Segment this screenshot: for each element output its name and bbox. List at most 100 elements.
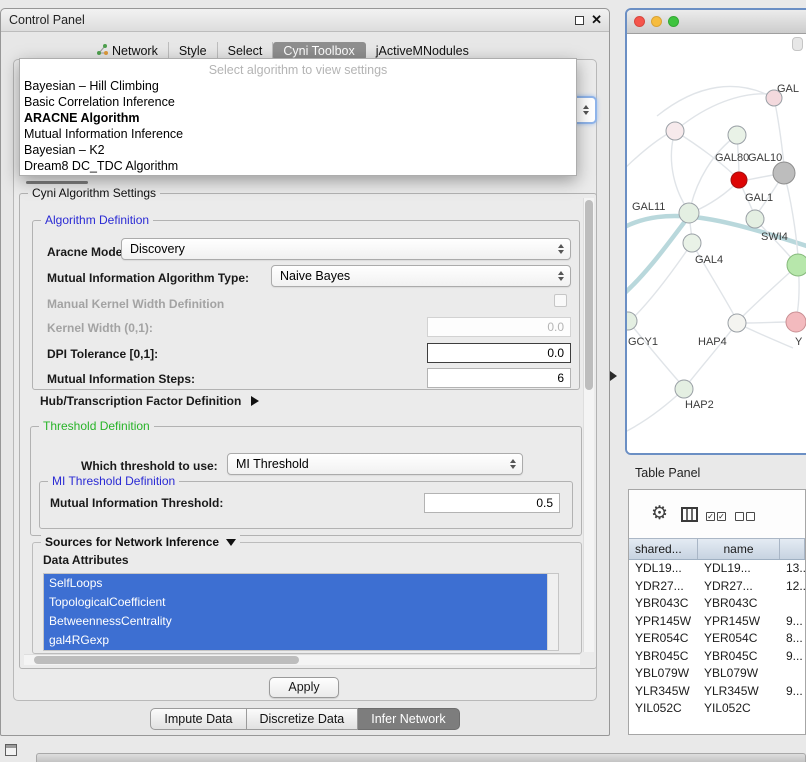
scrollbar-thumb[interactable] [34, 656, 299, 664]
table-cell: 12... [780, 578, 805, 596]
attribute-item[interactable]: TopologicalCoefficient [44, 593, 547, 612]
apply-button[interactable]: Apply [269, 677, 339, 698]
table-header: shared...name [629, 538, 805, 560]
network-canvas[interactable]: GALGAL80GAL10GAL11GAL1SWI4GAL4GCY1HAP4YH… [627, 34, 806, 453]
network-node[interactable] [787, 254, 806, 276]
network-tab-icon [97, 44, 108, 58]
network-node[interactable] [773, 162, 795, 184]
minimize-traffic-light[interactable] [651, 16, 662, 27]
kernel-width-field[interactable]: 0.0 [427, 317, 571, 337]
network-window-titlebar[interactable] [627, 10, 806, 34]
hub-definition-label: Hub/Transcription Factor Definition [40, 394, 241, 408]
table-cell: YBL079W [698, 665, 780, 683]
node-label: HAP2 [685, 399, 714, 411]
combo-arrows-icon [558, 271, 564, 281]
table-cell: YBL079W [629, 665, 698, 683]
algorithm-option[interactable]: Bayesian – Hill Climbing [20, 78, 576, 94]
list-scrollbar[interactable] [547, 574, 558, 650]
network-node[interactable] [728, 314, 746, 332]
threshold-definition-group: Threshold Definition Which threshold to … [30, 426, 582, 536]
tab-jactivemnodules[interactable]: jActiveMNodules [366, 42, 479, 60]
close-traffic-light[interactable] [634, 16, 645, 27]
mi-steps-field[interactable]: 6 [427, 368, 571, 388]
attribute-item[interactable]: SelfLoops [44, 574, 547, 593]
algorithm-option[interactable]: Mutual Information Inference [20, 126, 576, 142]
hub-definition-toggle[interactable]: Hub/Transcription Factor Definition [40, 394, 259, 408]
table-row[interactable]: YBR045CYBR045C9... [629, 648, 805, 666]
network-node[interactable] [746, 210, 764, 228]
algorithm-option[interactable]: Basic Correlation Inference [20, 94, 576, 110]
network-node[interactable] [683, 234, 701, 252]
sources-group-toggle[interactable]: Sources for Network Inference [41, 535, 240, 549]
minimized-window-icon[interactable] [5, 744, 17, 756]
table-row[interactable]: YBL079WYBL079W [629, 665, 805, 683]
column-browser-icon[interactable] [681, 507, 698, 525]
node-label: GAL80 [715, 152, 749, 164]
table-row[interactable]: YBR043CYBR043C [629, 595, 805, 613]
network-node[interactable] [731, 172, 747, 188]
tab-network[interactable]: Network [87, 42, 169, 60]
zoom-traffic-light[interactable] [668, 16, 679, 27]
table-cell: YBR045C [698, 648, 780, 666]
column-header[interactable]: name [698, 539, 780, 559]
table-row[interactable]: YPR145WYPR145W9... [629, 613, 805, 631]
settings-horizontal-scrollbar[interactable] [24, 654, 580, 665]
manual-kernel-checkbox[interactable] [554, 294, 567, 307]
bottom-tab-discretize-data[interactable]: Discretize Data [247, 708, 359, 730]
network-node[interactable] [679, 203, 699, 223]
table-cell: YER054C [698, 630, 780, 648]
aracne-mode-select[interactable]: Discovery [121, 238, 571, 260]
bottom-tab-infer-network[interactable]: Infer Network [358, 708, 459, 730]
table-row[interactable]: YLR345WYLR345W9... [629, 683, 805, 701]
table-cell [780, 665, 805, 683]
sources-group: Sources for Network Inference Data Attri… [32, 542, 582, 654]
scrollbar-thumb[interactable] [585, 200, 593, 390]
network-node[interactable] [666, 122, 684, 140]
network-node[interactable] [675, 380, 693, 398]
tab-label: Cyni Toolbox [283, 44, 354, 58]
table-row[interactable]: YIL052CYIL052C [629, 700, 805, 718]
network-graph: GALGAL80GAL10GAL11GAL1SWI4GAL4GCY1HAP4YH… [627, 34, 806, 455]
control-panel-titlebar[interactable]: Control Panel ✕ [1, 9, 609, 32]
select-checked-icon[interactable]: ✓✓ [706, 512, 726, 521]
tab-select[interactable]: Select [218, 42, 274, 60]
column-header[interactable] [780, 539, 805, 559]
bottom-tab-impute-data[interactable]: Impute Data [150, 708, 246, 730]
column-header[interactable]: shared... [629, 539, 698, 559]
network-node[interactable] [728, 126, 746, 144]
network-node[interactable] [786, 312, 806, 332]
network-edge [741, 265, 798, 318]
settings-group-title: Cyni Algorithm Settings [28, 186, 160, 200]
attribute-item[interactable]: gal4RGexp [44, 631, 547, 650]
settings-vertical-scrollbar[interactable] [583, 198, 594, 652]
canvas-scrollbar-nub[interactable] [792, 37, 803, 51]
algorithm-option[interactable]: Dream8 DC_TDC Algorithm [20, 158, 576, 174]
tab-label: Style [179, 44, 207, 58]
mi-threshold-field[interactable]: 0.5 [424, 493, 560, 513]
data-attributes-list[interactable]: SelfLoopsTopologicalCoefficientBetweenne… [43, 573, 559, 651]
table-row[interactable]: YER054CYER054C8... [629, 630, 805, 648]
tab-cyni-toolbox[interactable]: Cyni Toolbox [273, 42, 365, 60]
combo-arrows-icon [558, 244, 564, 254]
attribute-item[interactable]: BetweennessCentrality [44, 612, 547, 631]
table-panel-title: Table Panel [635, 466, 700, 480]
select-unchecked-icon[interactable] [735, 512, 755, 521]
dpi-tolerance-field[interactable]: 0.0 [427, 343, 571, 363]
table-row[interactable]: YDL19...YDL19...13... [629, 560, 805, 578]
table-row[interactable]: YDR27...YDR27...12... [629, 578, 805, 596]
close-icon[interactable]: ✕ [591, 12, 602, 28]
table-toolbar: ⚙ ✓✓ [629, 490, 805, 538]
algorithm-option[interactable]: ARACNE Algorithm [20, 110, 576, 126]
network-view-window: GALGAL80GAL10GAL11GAL1SWI4GAL4GCY1HAP4YH… [625, 8, 806, 455]
gear-icon[interactable]: ⚙ [651, 504, 668, 524]
tab-label: Select [228, 44, 263, 58]
panel-splitter-arrow-icon[interactable] [610, 371, 617, 381]
collapsed-bottom-panel[interactable] [36, 753, 806, 762]
float-window-icon[interactable] [575, 16, 584, 25]
node-label: GAL10 [748, 152, 782, 164]
algorithm-option[interactable]: Bayesian – K2 [20, 142, 576, 158]
table-cell: YIL052C [629, 700, 698, 718]
which-threshold-select[interactable]: MI Threshold [227, 453, 523, 475]
tab-style[interactable]: Style [169, 42, 218, 60]
mi-algorithm-type-select[interactable]: Naive Bayes [271, 265, 571, 287]
